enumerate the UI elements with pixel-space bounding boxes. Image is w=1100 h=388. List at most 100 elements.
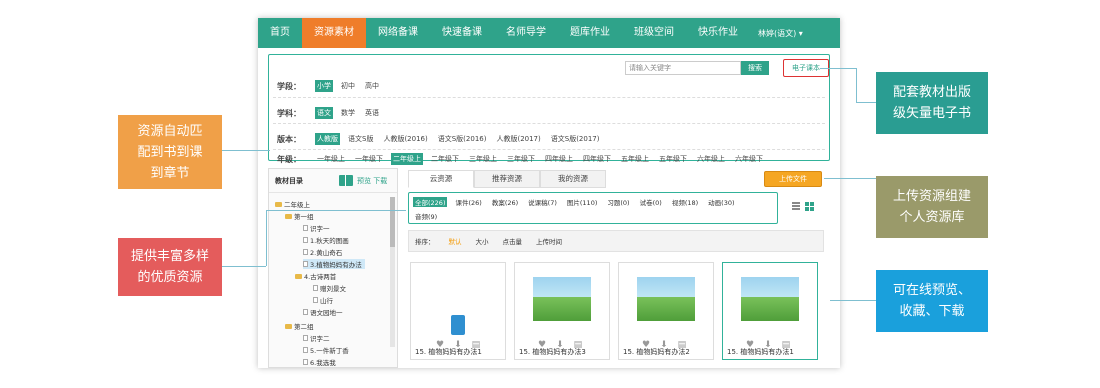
preview-icon[interactable]: ▤	[472, 340, 481, 350]
subject-row: 学科： 语文 数学 英语	[277, 107, 387, 119]
grade-option[interactable]: 一年级上	[315, 153, 347, 165]
tree-node-label: 识字一	[310, 225, 330, 233]
tree-node[interactable]: 第一组	[285, 211, 314, 221]
type-option[interactable]: 课件(26)	[453, 197, 483, 207]
card-thumbnail	[533, 277, 591, 321]
type-option[interactable]: 视频(18)	[670, 197, 700, 207]
edition-option[interactable]: 语文S版(2017)	[549, 133, 602, 145]
callout-rich-resources: 提供丰富多样 的优质资源	[118, 238, 222, 296]
tab-mine[interactable]: 我的资源	[540, 170, 606, 188]
tree-node[interactable]: 5.一件新丁香	[303, 345, 349, 355]
heart-icon[interactable]: ♥	[642, 340, 650, 350]
tab-cloud[interactable]: 云资源	[408, 170, 474, 188]
grade-option[interactable]: 一年级下	[353, 153, 385, 165]
edition-option[interactable]: 语文S版(2016)	[436, 133, 489, 145]
grade-option[interactable]: 三年级下	[505, 153, 537, 165]
nav-teacher-guide[interactable]: 名师导学	[494, 18, 558, 48]
nav-online-prep[interactable]: 网络备课	[366, 18, 430, 48]
nav-resources[interactable]: 资源素材	[302, 18, 366, 48]
type-option[interactable]: 图片(110)	[565, 197, 599, 207]
tree-actions[interactable]: 预览 下载	[357, 176, 387, 186]
tree-scrollbar[interactable]	[390, 197, 395, 347]
tree-node-label: 3.植物妈妈有办法	[310, 261, 362, 269]
grade-option[interactable]: 四年级下	[581, 153, 613, 165]
subject-option[interactable]: 数学	[339, 107, 357, 119]
sort-option[interactable]: 大小	[476, 236, 489, 246]
preview-icon[interactable]: ▤	[782, 340, 791, 350]
stage-option[interactable]: 小学	[315, 80, 333, 92]
type-option[interactable]: 音频(9)	[413, 211, 439, 221]
grade-option[interactable]: 三年级上	[467, 153, 499, 165]
heart-icon[interactable]: ♥	[538, 340, 546, 350]
nav-question-bank[interactable]: 题库作业	[558, 18, 622, 48]
edition-option[interactable]: 人教版(2016)	[381, 133, 429, 145]
connector-line	[266, 210, 267, 266]
nav-home[interactable]: 首页	[258, 18, 302, 48]
preview-icon[interactable]: ▤	[574, 340, 583, 350]
subject-option[interactable]: 英语	[363, 107, 381, 119]
tree-node[interactable]: 二年级上	[275, 199, 310, 209]
stage-option[interactable]: 高中	[363, 80, 381, 92]
sort-option[interactable]: 上传时间	[536, 236, 562, 246]
document-icon	[303, 347, 308, 353]
edition-option[interactable]: 人教版	[315, 133, 340, 145]
heart-icon[interactable]: ♥	[746, 340, 754, 350]
stage-option[interactable]: 初中	[339, 80, 357, 92]
user-menu[interactable]: 林婷(语文) ▾	[758, 28, 803, 39]
grade-option[interactable]: 五年级下	[657, 153, 689, 165]
type-option[interactable]: 全部(226)	[413, 197, 448, 207]
type-option[interactable]: 教案(26)	[490, 197, 520, 207]
search-input[interactable]: 请输入关键字	[625, 61, 741, 75]
tree-node[interactable]: 第二组	[285, 321, 314, 331]
grade-option[interactable]: 二年级上	[391, 153, 423, 165]
grid-view-icon[interactable]	[805, 202, 814, 211]
grade-option[interactable]: 六年级下	[733, 153, 765, 165]
tree-node[interactable]: 赠刘景文	[313, 283, 346, 293]
type-filter: 全部(226) 课件(26) 教案(26) 说课稿(7) 图片(110) 习题(…	[408, 192, 778, 224]
tree-node[interactable]: 识字一	[303, 223, 330, 233]
preview-icon[interactable]: ▤	[678, 340, 687, 350]
tree-node[interactable]: 2.黄山奇石	[303, 247, 342, 257]
connector-line	[820, 68, 856, 69]
nav-class-space[interactable]: 班级空间	[622, 18, 686, 48]
tree-node[interactable]: 识字二	[303, 333, 330, 343]
download-icon[interactable]: ⬇	[556, 340, 564, 350]
card-thumbnail	[741, 277, 799, 321]
edition-option[interactable]: 语文S版	[346, 133, 375, 145]
upload-button[interactable]: 上传文件	[764, 171, 822, 187]
document-icon	[303, 249, 308, 255]
grade-option[interactable]: 五年级上	[619, 153, 651, 165]
nav-happy-homework[interactable]: 快乐作业	[686, 18, 750, 48]
stage-row: 学段： 小学 初中 高中	[277, 80, 387, 92]
type-option[interactable]: 习题(0)	[605, 197, 631, 207]
tab-recommended[interactable]: 推荐资源	[474, 170, 540, 188]
card-thumbnail	[637, 277, 695, 321]
heart-icon[interactable]: ♥	[436, 340, 444, 350]
sort-option[interactable]: 默认	[449, 236, 462, 246]
list-view-icon[interactable]	[792, 202, 800, 210]
tree-node[interactable]: 语文园地一	[303, 307, 343, 317]
tree-node[interactable]: 4.古诗两首	[295, 271, 336, 281]
nav-quick-prep[interactable]: 快速备课	[430, 18, 494, 48]
download-icon[interactable]: ⬇	[454, 340, 462, 350]
sort-option[interactable]: 点击量	[503, 236, 523, 246]
type-option[interactable]: 试卷(0)	[638, 197, 664, 207]
download-icon[interactable]: ⬇	[764, 340, 772, 350]
type-option[interactable]: 说课稿(7)	[526, 197, 559, 207]
tree-node[interactable]: 山行	[313, 295, 333, 305]
folder-icon	[285, 213, 292, 219]
callout-upload: 上传资源组建 个人资源库	[876, 176, 988, 238]
connector-line	[856, 68, 857, 102]
grade-option[interactable]: 二年级下	[429, 153, 461, 165]
subject-option[interactable]: 语文	[315, 107, 333, 119]
tree-node[interactable]: 6.我选我	[303, 357, 336, 367]
grade-label: 年级：	[277, 154, 301, 164]
search-button[interactable]: 搜索	[741, 61, 769, 75]
tree-node[interactable]: 1.秋天的图画	[303, 235, 349, 245]
edition-option[interactable]: 人教版(2017)	[494, 133, 542, 145]
tree-node-selected[interactable]: 3.植物妈妈有办法	[303, 259, 365, 269]
download-icon[interactable]: ⬇	[660, 340, 668, 350]
grade-option[interactable]: 六年级上	[695, 153, 727, 165]
grade-option[interactable]: 四年级上	[543, 153, 575, 165]
type-option[interactable]: 动画(30)	[706, 197, 736, 207]
